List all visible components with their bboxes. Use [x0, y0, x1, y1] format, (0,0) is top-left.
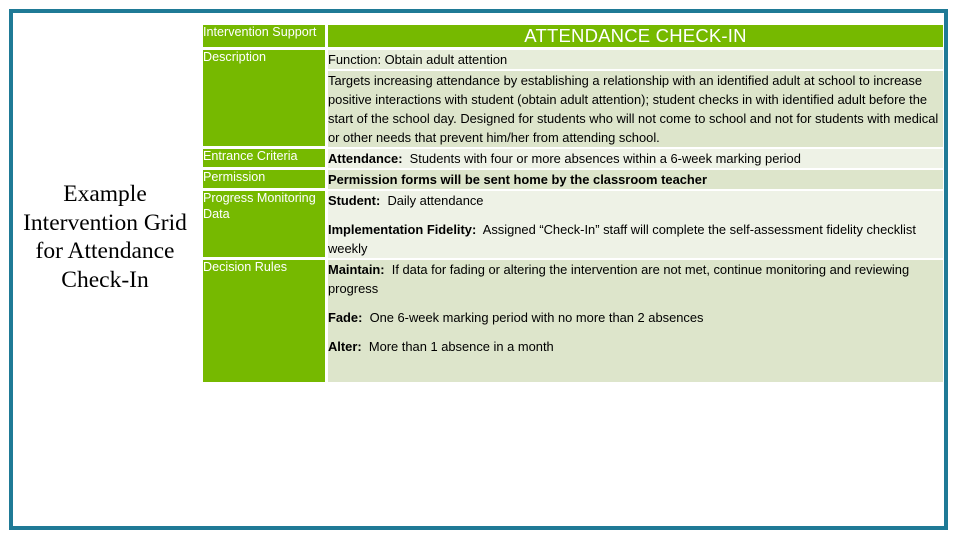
cell-function: Function: Obtain adult attention: [328, 50, 943, 71]
progress-student-lead: Student:: [328, 193, 381, 208]
entrance-criteria-lead: Attendance:: [328, 151, 403, 166]
header-label-intervention-support: Intervention Support: [203, 25, 328, 50]
progress-student-body: Daily attendance: [387, 193, 484, 208]
cell-description: Targets increasing attendance by establi…: [328, 71, 943, 149]
slide-canvas: Example Intervention Grid for Attendance…: [0, 0, 960, 540]
row-label-progress-monitoring-data: Progress Monitoring Data: [203, 191, 328, 260]
description-text: Targets increasing attendance by establi…: [328, 73, 939, 145]
progress-fidelity-lead: Implementation Fidelity:: [328, 222, 477, 237]
page-title: Example Intervention Grid for Attendance…: [23, 181, 187, 293]
decision-fade-lead: Fade:: [328, 310, 363, 325]
intervention-grid-table: Intervention Support ATTENDANCE CHECK-IN…: [203, 25, 943, 382]
entrance-criteria-text: Attendance: Students with four or more a…: [328, 149, 943, 168]
table-row-progress-monitoring: Progress Monitoring Data Student: Daily …: [203, 191, 943, 260]
row-label-description: Description: [203, 50, 328, 149]
header-title-attendance-check-in: ATTENDANCE CHECK-IN: [328, 25, 943, 50]
table-row-entrance-criteria: Entrance Criteria Attendance: Students w…: [203, 149, 943, 170]
decision-alter-lead: Alter:: [328, 339, 362, 354]
function-text: Function: Obtain adult attention: [328, 52, 508, 67]
decision-line-maintain: Maintain: If data for fading or altering…: [328, 260, 943, 298]
decision-fade-body: One 6-week marking period with no more t…: [369, 310, 704, 325]
cell-decision-rules: Maintain: If data for fading or altering…: [328, 260, 943, 382]
table-row-decision-rules: Decision Rules Maintain: If data for fad…: [203, 260, 943, 382]
cell-entrance-criteria: Attendance: Students with four or more a…: [328, 149, 943, 170]
decision-maintain-body: If data for fading or altering the inter…: [328, 262, 910, 296]
row-label-entrance-criteria: Entrance Criteria: [203, 149, 328, 170]
decision-line-fade: Fade: One 6-week marking period with no …: [328, 308, 943, 327]
table-row-header: Intervention Support ATTENDANCE CHECK-IN: [203, 25, 943, 50]
permission-text: Permission forms will be sent home by th…: [328, 172, 707, 187]
cell-permission: Permission forms will be sent home by th…: [328, 170, 943, 191]
entrance-criteria-body: Students with four or more absences with…: [409, 151, 801, 166]
row-label-permission: Permission: [203, 170, 328, 191]
decision-line-alter: Alter: More than 1 absence in a month: [328, 337, 943, 356]
table-row-permission: Permission Permission forms will be sent…: [203, 170, 943, 191]
table-row-function: Description Function: Obtain adult atten…: [203, 50, 943, 149]
progress-line-student: Student: Daily attendance: [328, 191, 943, 210]
row-label-decision-rules: Decision Rules: [203, 260, 328, 382]
decision-alter-body: More than 1 absence in a month: [368, 339, 554, 354]
progress-line-fidelity: Implementation Fidelity: Assigned “Check…: [328, 220, 943, 258]
decision-maintain-lead: Maintain:: [328, 262, 385, 277]
cell-progress-monitoring: Student: Daily attendance Implementation…: [328, 191, 943, 260]
